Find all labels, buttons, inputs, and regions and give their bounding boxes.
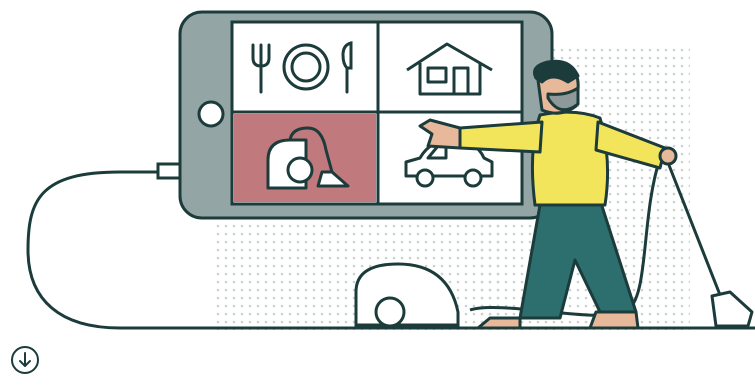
cable-plug — [156, 162, 182, 180]
arrow-down-circle-icon — [11, 346, 39, 374]
power-cable — [26, 170, 160, 330]
smartphone — [178, 10, 554, 220]
home-button — [197, 100, 225, 128]
scroll-down-button[interactable] — [10, 345, 40, 375]
hero-illustration — [26, 10, 755, 330]
